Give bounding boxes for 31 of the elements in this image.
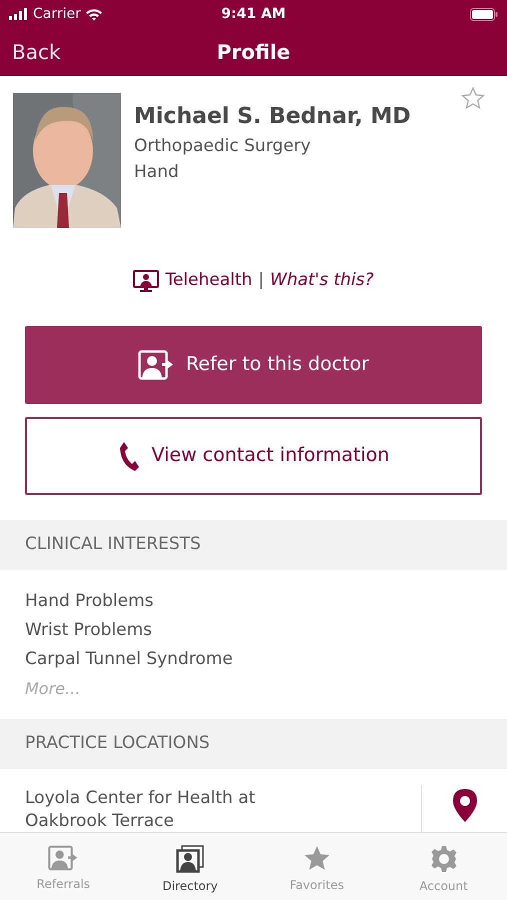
signal-icon: [9, 8, 29, 20]
interest-item: Carpal Tunnel Syndrome: [25, 648, 234, 670]
phone-icon: [118, 440, 140, 472]
specialty: Orthopaedic Surgery: [134, 135, 312, 158]
carrier-name: Carrier: [33, 4, 81, 24]
section-title: CLINICAL INTERESTS: [25, 532, 201, 556]
status-time: 9:41 AM: [221, 4, 286, 24]
refer-person-icon: [138, 350, 174, 380]
monitor-person-icon: [133, 270, 160, 292]
separator: |: [258, 269, 264, 292]
battery-icon: [470, 8, 498, 20]
favorite-star-icon[interactable]: [460, 86, 486, 111]
contact-button[interactable]: View contact information: [25, 416, 482, 494]
page-title: Profile: [216, 39, 290, 66]
interest-item: Wrist Problems: [25, 618, 154, 642]
location-name: Loyola Center for Health at Oakbrook Terrace: [25, 786, 256, 832]
wifi-icon: [84, 8, 103, 20]
telehealth-label: Telehealth: [165, 269, 252, 292]
doctor-name: Michael S. Bednar, MD: [134, 103, 411, 131]
refer-button[interactable]: Refer to this doctor: [25, 326, 482, 404]
tab-item[interactable]: Directory: [126, 833, 254, 900]
section-title: PRACTICE LOCATIONS: [25, 732, 210, 755]
person-arrow-icon: [48, 845, 78, 871]
interest-item: Hand Problems: [25, 590, 155, 612]
person-cards-icon: [176, 845, 204, 873]
star-icon: [302, 845, 331, 872]
map-pin-icon[interactable]: [452, 788, 476, 822]
whats-this-link[interactable]: What's this?: [270, 268, 374, 294]
subspecialty: Hand: [134, 161, 180, 184]
settings-icon: [430, 845, 458, 873]
back-button[interactable]: Back: [12, 37, 61, 67]
